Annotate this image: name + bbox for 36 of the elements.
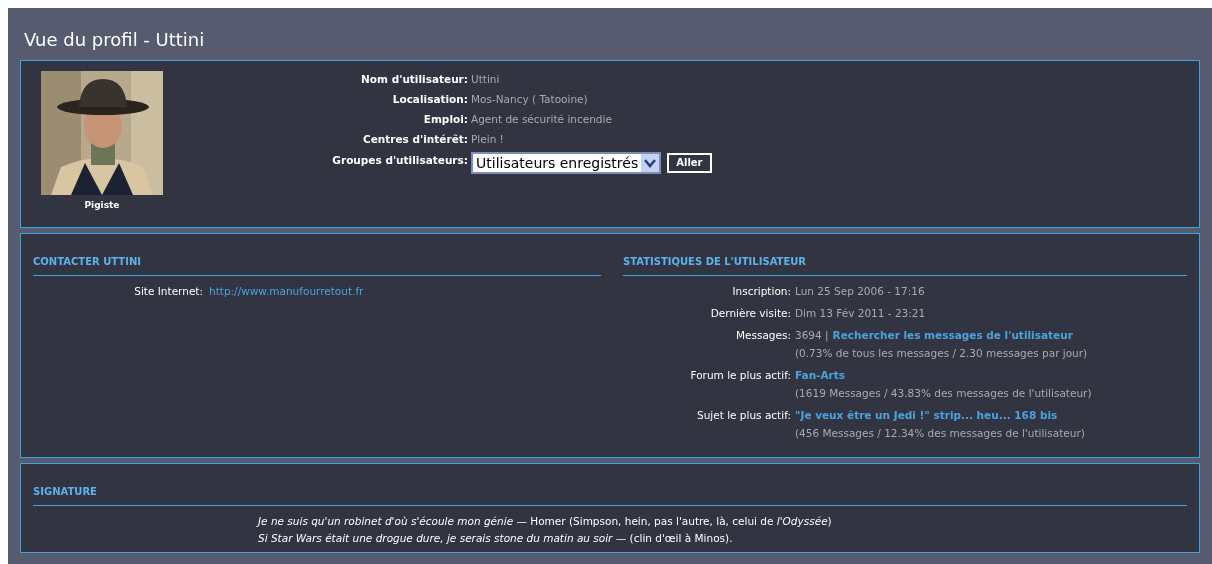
stat-note: (1619 Messages / 43.83% des messages de l'utilisateur) — [795, 386, 1092, 400]
stat-value: Lun 25 Sep 2006 - 17:16 — [795, 284, 925, 298]
section-heading: SIGNATURE — [33, 486, 97, 497]
stat-value: Dim 13 Fév 2011 - 23:21 — [795, 306, 926, 320]
field-value: Agent de sécurité incendie — [471, 112, 613, 126]
stat-note: (456 Messages / 12.34% des messages de l'utilisateur) — [795, 426, 1085, 440]
stat-link[interactable]: Rechercher les messages de l'utilisateur — [832, 328, 1073, 342]
stat-link[interactable]: Fan-Arts — [795, 368, 846, 382]
field-label: Site Internet: — [133, 284, 203, 298]
field-label: Nom d'utilisateur: — [360, 72, 469, 86]
stat-note: (0.73% de tous les messages / 2.30 messages par jour) — [795, 346, 1088, 360]
section-heading: CONTACTER UTTINI — [33, 256, 141, 267]
stat-value: 3694 | — [795, 328, 829, 342]
field-value: Plein ! — [471, 132, 505, 146]
dropdown-icon — [641, 154, 660, 172]
stat-label: Inscription: — [731, 284, 791, 298]
stat-label: Messages: — [734, 328, 791, 343]
signature-line: Je ne suis qu'un robinet d'où s'écoule mon génie — Homer (Simpson, hein, pas l'autre, là, celui de l'Odyssée) — [258, 514, 832, 528]
signature-line: Si Star Wars était une drogue dure, je serais stone du matin au soir — (clin d'œil à Minos). — [258, 531, 733, 545]
field-label: Localisation: — [391, 92, 469, 106]
field-label: Groupes d'utilisateurs: — [331, 153, 469, 168]
stat-label: Forum le plus actif: — [689, 368, 791, 383]
go-button[interactable]: Aller — [667, 153, 712, 173]
select-value: Utilisateurs enregistrés — [475, 154, 640, 172]
field-label: Centres d'intérêt: — [362, 132, 469, 146]
section-heading: STATISTIQUES DE L'UTILISATEUR — [623, 256, 807, 267]
group-select[interactable]: Utilisateurs enregistrés — [471, 152, 662, 174]
stat-label: Dernière visite: — [709, 306, 791, 320]
website-link[interactable]: http://www.manufourretout.fr — [209, 284, 364, 298]
stat-link[interactable]: "Je veux être un Jedi !" strip... heu... 168 bis — [795, 408, 1058, 422]
page-title: Vue du profil - Uttini — [24, 29, 205, 50]
field-value: Uttini — [471, 72, 501, 86]
rank-label: Pigiste — [84, 199, 120, 212]
stat-label: Sujet le plus actif: — [696, 408, 791, 423]
field-label: Emploi: — [422, 112, 469, 126]
field-value: Mos-Nancy ( Tatooine) — [471, 92, 589, 106]
